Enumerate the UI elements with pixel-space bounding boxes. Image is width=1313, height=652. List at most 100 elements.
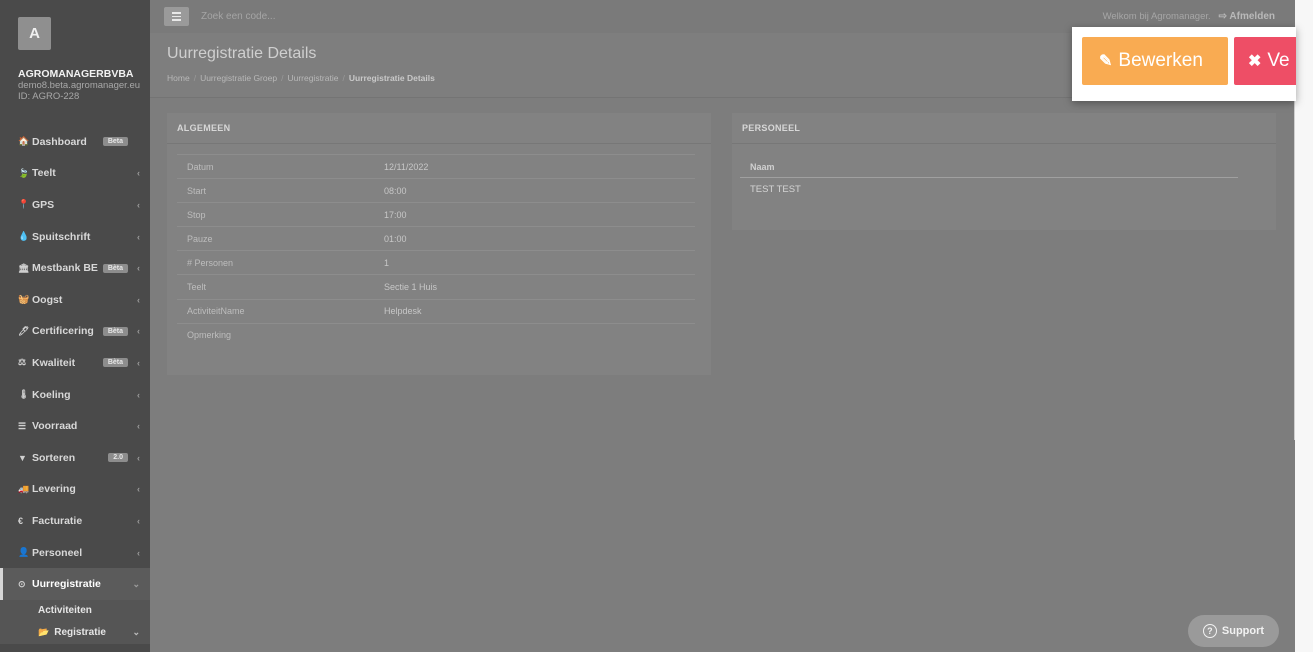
sidebar-item-koeling[interactable]: 🌡 Koeling ‹ <box>0 379 150 411</box>
field-value: 12/11/2022 <box>384 161 429 172</box>
sidebar-item-mestbank[interactable]: 🏛 Mestbank BE Bèta ‹ <box>0 252 150 284</box>
field-value: 17:00 <box>384 209 407 220</box>
chevron-down-icon: ⌄ <box>132 627 140 638</box>
page-scroll-area <box>1295 0 1313 652</box>
beta-badge: Bèta <box>102 263 128 273</box>
welcome-text: Welkom bij Agromanager. <box>1102 11 1211 22</box>
chevron-left-icon: ‹ <box>137 421 140 432</box>
company-name: AGROMANAGERBVBA <box>18 68 134 80</box>
sidebar-item-label: Teelt <box>32 167 56 180</box>
field-label: Opmerking <box>187 330 232 341</box>
sidebar-item-teelt[interactable]: 🍃 Teelt ‹ <box>0 158 150 190</box>
sidebar-item-dashboard[interactable]: 🏠 Dashboard Beta <box>0 126 150 158</box>
breadcrumb-current: Uurregistratie Details <box>348 73 435 83</box>
sidebar-menu: 🏠 Dashboard Beta 🍃 Teelt ‹ 📍 GPS ‹ 💧 Spu… <box>0 126 150 644</box>
sidebar-item-oogst[interactable]: 🧺 Oogst ‹ <box>0 284 150 316</box>
basket-icon: 🧺 <box>18 294 30 305</box>
sidebar: A AGROMANAGERBVBA demo8.beta.agromanager… <box>0 0 150 652</box>
field-value: Helpdesk <box>384 306 422 317</box>
folder-open-icon: 📂 <box>38 627 50 638</box>
map-marker-icon: 📍 <box>18 199 30 210</box>
sidebar-item-label: Mestbank BE <box>32 262 98 275</box>
algemeen-card: ALGEMEEN Datum 12/11/2022 Start 08:00 Stop… <box>167 113 711 375</box>
sidebar-item-personeel[interactable]: 👤 Personeel ‹ <box>0 537 150 569</box>
delete-button-label: Ve <box>1267 50 1290 71</box>
sidebar-item-gps[interactable]: 📍 GPS ‹ <box>0 189 150 221</box>
clock-icon: ⊙ <box>18 578 26 589</box>
delete-button[interactable]: ✖ Ve <box>1234 37 1296 85</box>
drop-icon: 💧 <box>18 231 30 242</box>
edit-button[interactable]: ✎ Bewerken <box>1082 37 1228 85</box>
avatar[interactable]: A <box>18 17 51 50</box>
sidebar-item-certificering[interactable]: 🖊 Certificering Bèta ‹ <box>0 316 150 348</box>
sidebar-subitem-label: Activiteiten <box>38 605 92 617</box>
chevron-left-icon: ‹ <box>137 199 140 210</box>
field-label: # Personen <box>187 257 234 268</box>
breadcrumb-uurregistratie[interactable]: Uurregistratie <box>287 73 338 83</box>
filter-icon: ▼ <box>18 452 27 463</box>
chevron-left-icon: ‹ <box>137 294 140 305</box>
pencil-icon: ✎ <box>1099 53 1113 70</box>
sidebar-item-sorteren[interactable]: ▼ Sorteren 2.0 ‹ <box>0 442 150 474</box>
sidebar-subitem-registratie[interactable]: 📂 Registratie ⌄ <box>0 621 150 644</box>
euro-icon: € <box>18 515 24 526</box>
sidebar-item-label: Voorraad <box>32 420 78 433</box>
chevron-left-icon: ‹ <box>137 263 140 274</box>
column-header-naam: Naam <box>740 156 1238 178</box>
certificate-icon: 🖊 <box>18 325 30 336</box>
table-row: Stop 17:00 <box>177 202 695 226</box>
sidebar-item-levering[interactable]: 🚚 Levering ‹ <box>0 474 150 506</box>
field-label: Datum <box>187 161 214 172</box>
sidebar-subitem-activiteiten[interactable]: Activiteiten <box>0 599 150 622</box>
breadcrumb: Home / Uurregistratie Groep / Uurregistratie… <box>167 73 435 83</box>
logout-link[interactable]: ⇨ Afmelden <box>1219 11 1275 22</box>
sidebar-item-spuitschrift[interactable]: 💧 Spuitschrift ‹ <box>0 221 150 253</box>
thermometer-icon: 🌡 <box>18 389 30 400</box>
sidebar-item-facturatie[interactable]: € Facturatie ‹ <box>0 505 150 537</box>
table-row: Opmerking <box>177 322 695 347</box>
algemeen-card-title: ALGEMEEN <box>167 113 711 144</box>
chevron-left-icon: ‹ <box>137 452 140 463</box>
table-row: # Personen 1 <box>177 250 695 274</box>
sidebar-subitem-label: Registratie <box>54 627 106 639</box>
field-label: Start <box>187 185 207 196</box>
menu-toggle-button[interactable] <box>164 7 189 26</box>
support-button[interactable]: ? Support <box>1188 615 1279 647</box>
sidebar-item-label: Koeling <box>32 388 71 401</box>
sidebar-item-kwaliteit[interactable]: ⚖ Kwaliteit Bèta ‹ <box>0 347 150 379</box>
beta-badge: Beta <box>102 137 128 147</box>
truck-icon: 🚚 <box>18 483 30 494</box>
breadcrumb-home[interactable]: Home <box>167 73 190 83</box>
chevron-left-icon: ‹ <box>137 515 140 526</box>
table-row: Start 08:00 <box>177 178 695 202</box>
chevron-left-icon: ‹ <box>137 231 140 242</box>
balance-scale-icon: ⚖ <box>18 357 27 368</box>
table-row: Datum 12/11/2022 <box>177 154 695 178</box>
chevron-left-icon: ‹ <box>137 547 140 558</box>
beta-badge: Bèta <box>102 326 128 336</box>
breadcrumb-uurregistratie-groep[interactable]: Uurregistratie Groep <box>200 73 277 83</box>
field-value: 08:00 <box>384 185 407 196</box>
sidebar-item-label: Personeel <box>32 546 83 559</box>
chevron-left-icon: ‹ <box>137 168 140 179</box>
page-title: Uurregistratie Details <box>167 45 317 62</box>
table-row: TEST TEST <box>750 183 801 195</box>
personeel-card: PERSONEEL Naam TEST TEST <box>732 113 1276 230</box>
sidebar-item-label: Uurregistratie <box>32 578 101 591</box>
search-input[interactable] <box>201 11 501 22</box>
profile-block: A AGROMANAGERBVBA demo8.beta.agromanager… <box>0 0 150 118</box>
hamburger-icon <box>172 15 181 18</box>
sidebar-item-label: Dashboard <box>32 135 87 148</box>
breadcrumb-separator: / <box>193 73 197 83</box>
algemeen-table: Datum 12/11/2022 Start 08:00 Stop 17:00 Pau… <box>177 154 695 347</box>
sidebar-item-label: Oogst <box>32 293 63 306</box>
chevron-down-icon: ⌄ <box>132 578 140 589</box>
field-label: Pauze <box>187 233 213 244</box>
sidebar-item-voorraad[interactable]: ☰ Voorraad ‹ <box>0 410 150 442</box>
close-icon: ✖ <box>1248 53 1262 70</box>
sidebar-item-uurregistratie[interactable]: ⊙ Uurregistratie ⌄ <box>0 568 150 600</box>
hamburger-icon <box>172 12 181 14</box>
action-buttons-highlight: ✎ Bewerken ✖ Ve <box>1072 27 1296 101</box>
scrollbar-track[interactable] <box>1294 100 1295 440</box>
breadcrumb-separator: / <box>342 73 345 83</box>
